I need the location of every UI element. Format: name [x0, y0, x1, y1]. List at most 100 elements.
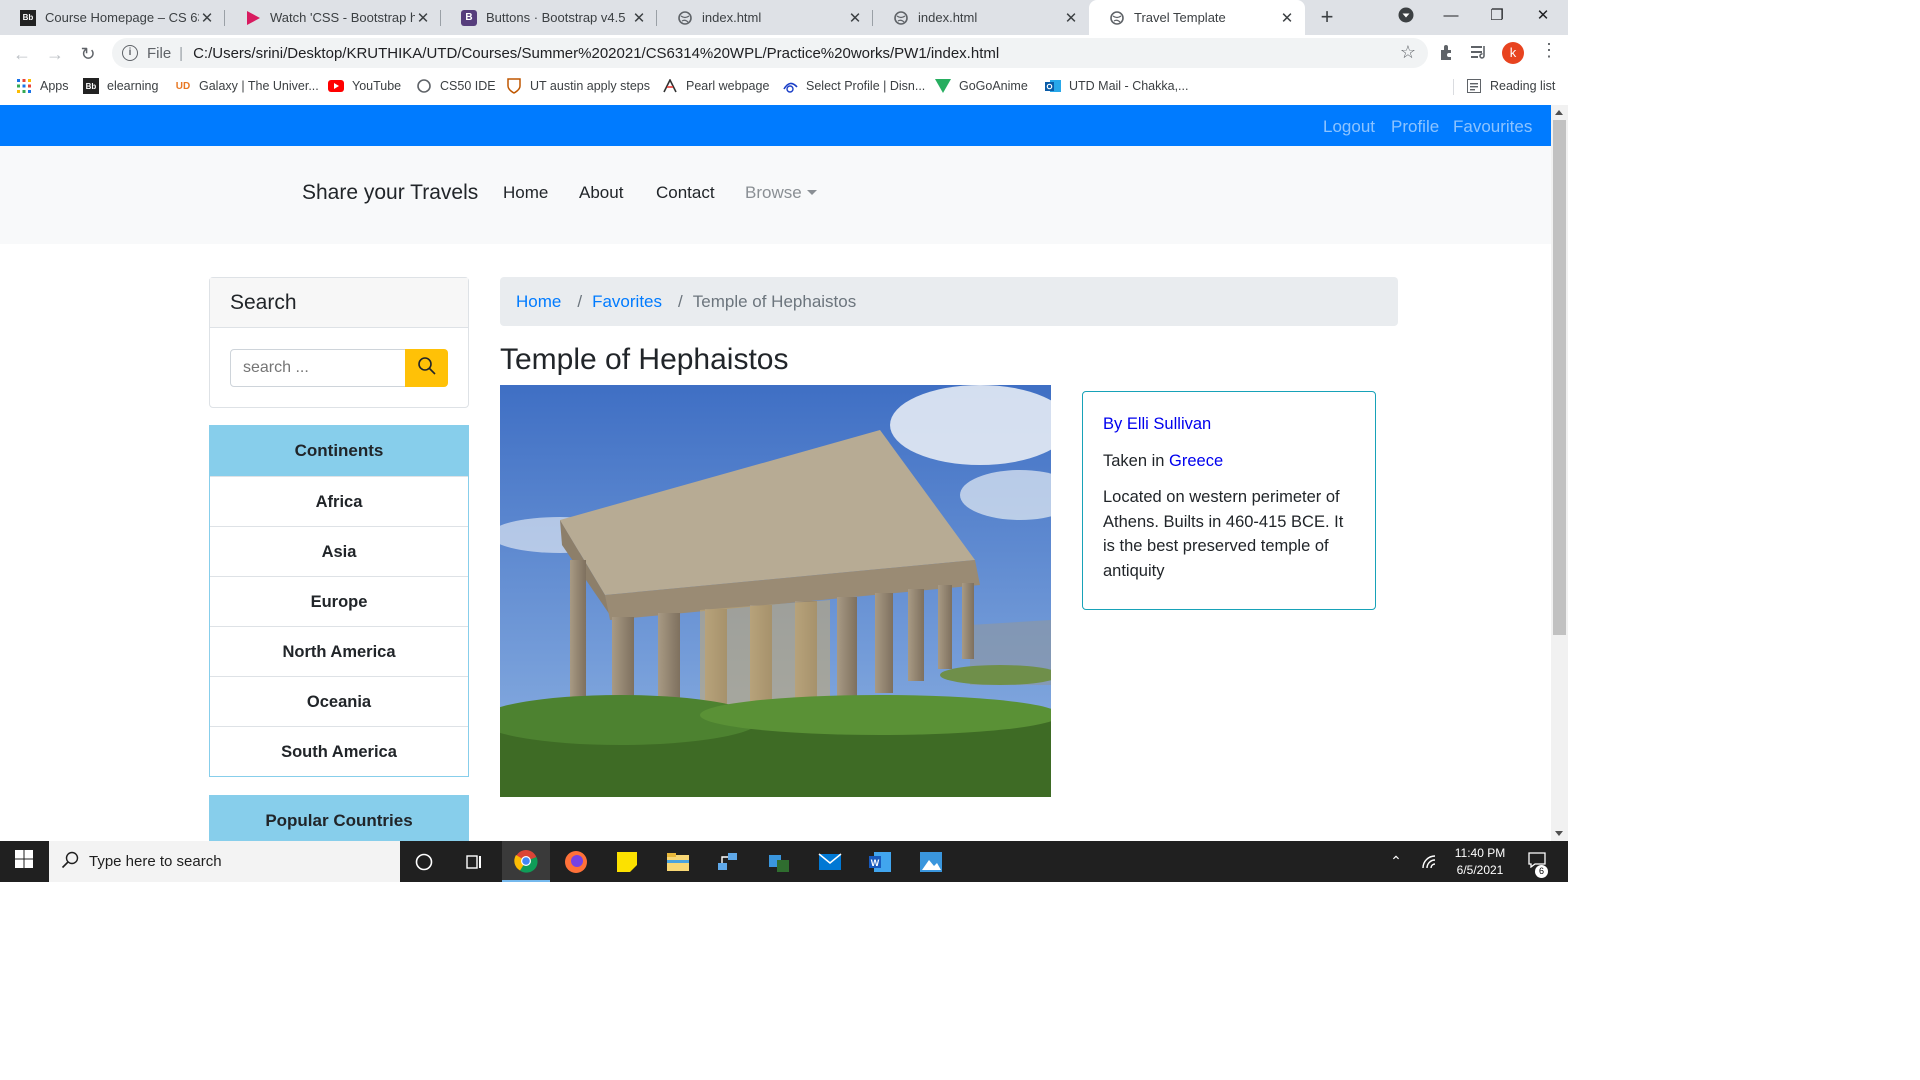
close-window-button[interactable]: ✕: [1520, 0, 1566, 32]
nav-about[interactable]: About: [579, 183, 623, 203]
browser-tab[interactable]: B Buttons · Bootstrap v4.5 ✕: [441, 0, 657, 35]
clock-time: 11:40 PM: [1454, 845, 1506, 860]
caret-down-icon: [806, 190, 817, 195]
bookmark-apps[interactable]: Apps: [16, 78, 69, 94]
taskbar-search[interactable]: Type here to search: [49, 841, 400, 882]
reading-list-button[interactable]: Reading list: [1466, 78, 1555, 94]
bookmark-elearning[interactable]: Bb elearning: [83, 78, 158, 94]
firefox-icon[interactable]: [552, 841, 600, 882]
info-icon[interactable]: i: [122, 45, 138, 61]
breadcrumb-favorites[interactable]: Favorites: [592, 292, 662, 312]
photo-description: Located on western perimeter of Athens. …: [1103, 488, 1344, 580]
author-link[interactable]: By Elli Sullivan: [1103, 415, 1211, 433]
tray-chevron-up-icon[interactable]: ⌃: [1384, 841, 1408, 882]
search-icon: [61, 851, 79, 873]
word-icon[interactable]: W: [856, 841, 904, 882]
tab-search-icon[interactable]: [1383, 0, 1429, 32]
search-input[interactable]: [230, 349, 406, 387]
bookmark-ut-austin[interactable]: UT austin apply steps: [506, 78, 650, 94]
address-bar[interactable]: i File | C:/Users/srini/Desktop/KRUTHIKA…: [112, 38, 1428, 68]
bookmark-pearl[interactable]: Pearl webpage: [662, 78, 769, 94]
breadcrumb: Home / Favorites / Temple of Hephaistos: [500, 277, 1398, 326]
cortana-icon[interactable]: [400, 841, 448, 882]
svg-text:W: W: [871, 858, 880, 868]
notifications-button[interactable]: 6: [1522, 841, 1552, 882]
mail-icon[interactable]: [806, 841, 854, 882]
remote-app-icon[interactable]: [755, 841, 803, 882]
continent-item[interactable]: Europe: [210, 576, 468, 626]
new-tab-button[interactable]: +: [1314, 5, 1340, 31]
menu-kebab-icon[interactable]: ⋮: [1540, 40, 1558, 61]
page-scrollbar[interactable]: [1551, 105, 1568, 841]
minimize-button[interactable]: —: [1428, 0, 1474, 32]
tab-title: index.html: [702, 10, 762, 25]
reload-icon[interactable]: ↻: [74, 40, 102, 68]
bookmark-disney[interactable]: Select Profile | Disn...: [782, 78, 925, 94]
bookmark-label: UTD Mail - Chakka,...: [1069, 79, 1189, 93]
back-icon[interactable]: ←: [8, 40, 36, 68]
bookmark-galaxy[interactable]: UD Galaxy | The Univer...: [175, 78, 319, 94]
close-icon[interactable]: ✕: [415, 9, 431, 27]
bookmark-cs50[interactable]: CS50 IDE: [416, 78, 496, 94]
bookmark-gogoanime[interactable]: GoGoAnime: [935, 78, 1028, 94]
browser-tab[interactable]: index.html ✕: [873, 0, 1089, 35]
scheme-label: File: [147, 44, 172, 62]
photos-icon[interactable]: [907, 841, 955, 882]
blackboard-icon: Bb: [20, 9, 36, 26]
scroll-down-icon[interactable]: [1555, 831, 1563, 836]
bookmark-star-icon[interactable]: ☆: [1400, 42, 1416, 63]
network-app-icon[interactable]: [704, 841, 752, 882]
profile-avatar[interactable]: k: [1502, 42, 1524, 64]
reading-queue-icon[interactable]: [1470, 43, 1488, 66]
continent-item[interactable]: Africa: [210, 476, 468, 526]
windows-start-button[interactable]: [0, 841, 48, 882]
browser-tab-active[interactable]: Travel Template ✕: [1089, 0, 1305, 35]
file-explorer-icon[interactable]: [654, 841, 702, 882]
task-view-icon[interactable]: [450, 841, 498, 882]
continent-item[interactable]: North America: [210, 626, 468, 676]
profile-link[interactable]: Profile: [1391, 117, 1439, 137]
continent-item[interactable]: Asia: [210, 526, 468, 576]
close-icon[interactable]: ✕: [1279, 9, 1295, 27]
close-icon[interactable]: ✕: [847, 9, 863, 27]
chrome-icon[interactable]: [502, 841, 550, 882]
tab-title: Course Homepage – CS 6314: [45, 10, 199, 25]
close-icon[interactable]: ✕: [199, 9, 215, 27]
continents-header: Continents: [210, 426, 468, 476]
search-button[interactable]: [405, 349, 448, 387]
scrollbar-thumb[interactable]: [1553, 120, 1566, 635]
search-card-title: Search: [210, 278, 468, 328]
close-icon[interactable]: ✕: [1063, 9, 1079, 27]
nav-home[interactable]: Home: [503, 183, 548, 203]
nav-browse-dropdown[interactable]: Browse: [745, 183, 817, 203]
browser-tab[interactable]: index.html ✕: [657, 0, 873, 35]
favourites-link[interactable]: Favourites: [1453, 117, 1532, 137]
reading-list-icon: [1466, 78, 1482, 94]
clock[interactable]: 11:40 PM 6/5/2021: [1448, 841, 1512, 882]
bootstrap-icon: B: [461, 9, 477, 26]
browser-tab[interactable]: Bb Course Homepage – CS 6314 ✕: [0, 0, 225, 35]
restore-button[interactable]: ❐: [1474, 0, 1520, 32]
tab-title: Watch 'CSS - Bootstrap handout': [270, 10, 415, 25]
scroll-up-icon[interactable]: [1555, 110, 1563, 115]
breadcrumb-home[interactable]: Home: [516, 292, 561, 312]
country-link[interactable]: Greece: [1169, 452, 1223, 470]
nav-contact[interactable]: Contact: [656, 183, 715, 203]
wifi-icon[interactable]: [1416, 841, 1444, 882]
bookmark-youtube[interactable]: YouTube: [328, 78, 401, 94]
disney-icon: [782, 78, 798, 94]
forward-icon[interactable]: →: [41, 40, 69, 68]
browser-tab[interactable]: Watch 'CSS - Bootstrap handout' ✕: [225, 0, 441, 35]
close-icon[interactable]: ✕: [631, 9, 647, 27]
outlook-icon: [1045, 78, 1061, 94]
navbar-brand[interactable]: Share your Travels: [302, 181, 478, 205]
continent-item[interactable]: Oceania: [210, 676, 468, 726]
bookmark-utd-mail[interactable]: UTD Mail - Chakka,...: [1045, 78, 1188, 94]
gogoanime-icon: [935, 78, 951, 94]
extensions-icon[interactable]: [1438, 43, 1456, 66]
logout-link[interactable]: Logout: [1323, 117, 1375, 137]
sticky-notes-icon[interactable]: [603, 841, 651, 882]
url-text[interactable]: C:/Users/srini/Desktop/KRUTHIKA/UTD/Cour…: [193, 45, 999, 62]
top-utility-nav: Logout Profile Favourites: [0, 105, 1551, 146]
continent-item[interactable]: South America: [210, 726, 468, 776]
